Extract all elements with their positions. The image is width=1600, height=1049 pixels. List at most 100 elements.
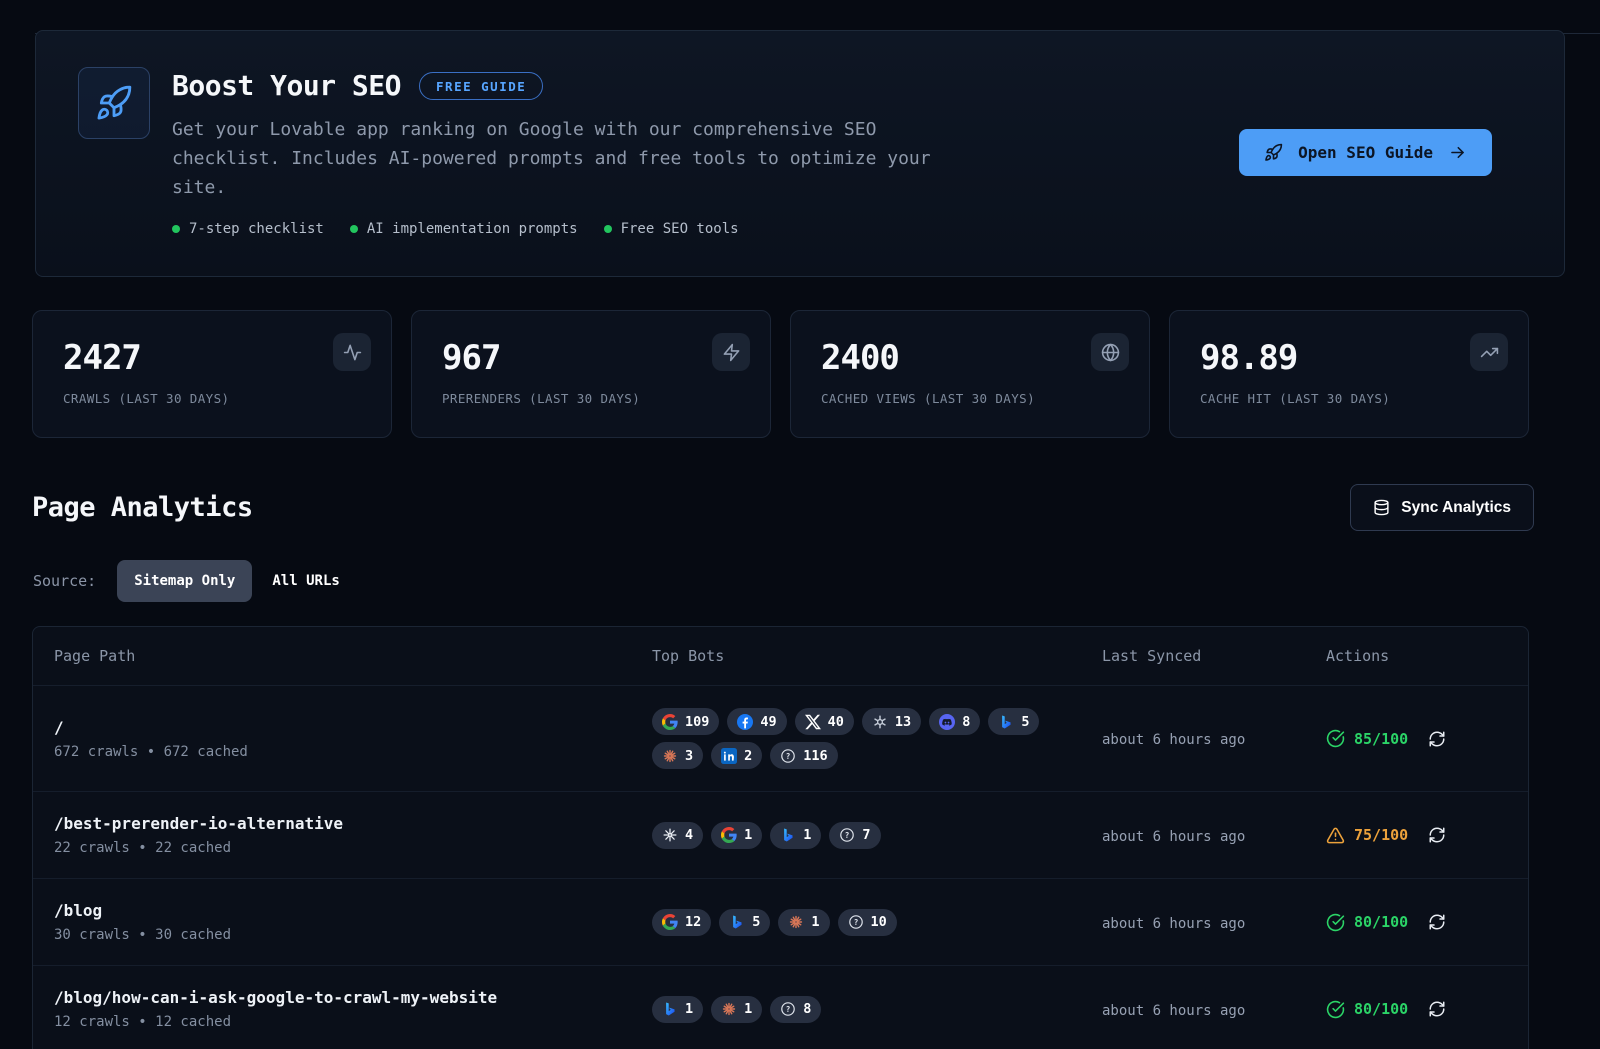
check-circle-icon	[1326, 1000, 1345, 1019]
discord-bot-icon	[939, 714, 955, 730]
refresh-icon	[1428, 730, 1446, 748]
bot-chip: ?7	[829, 822, 880, 849]
top-bots-cell: 4 1 1 ?7	[652, 800, 1102, 871]
banner-title: Boost Your SEO	[172, 69, 401, 102]
page-title: Page Analytics	[32, 492, 253, 523]
bot-chip: 3	[652, 742, 703, 769]
score-text: 80/100	[1354, 913, 1408, 931]
bot-count: 13	[895, 714, 911, 730]
page-path: /blog	[54, 901, 652, 920]
column-header-actions: Actions	[1326, 647, 1528, 665]
table-header-row: Page PathTop BotsLast SyncedActions	[33, 627, 1528, 686]
score-text: 75/100	[1354, 826, 1408, 844]
source-label: Source:	[33, 572, 96, 590]
svg-text:?: ?	[786, 1005, 791, 1014]
bot-chip: ?8	[770, 996, 821, 1023]
rocket-icon	[1264, 143, 1283, 162]
last-synced: about 6 hours ago	[1102, 829, 1245, 845]
actions-cell: 75/100	[1326, 804, 1528, 867]
actions-cell: 80/100	[1326, 978, 1528, 1041]
page-crawl-stats: 22 crawls • 22 cached	[54, 840, 652, 856]
source-option-label: All URLs	[272, 573, 339, 589]
activity-icon	[333, 333, 371, 371]
last-synced: about 6 hours ago	[1102, 916, 1245, 932]
bot-count: 1	[744, 827, 752, 843]
column-header-page-path: Page Path	[33, 647, 652, 665]
svg-text:?: ?	[786, 751, 791, 760]
bot-count: 1	[811, 914, 819, 930]
top-bots-cell: 11?8	[652, 974, 1102, 1045]
refresh-button[interactable]	[1428, 730, 1446, 748]
sync-analytics-label: Sync Analytics	[1401, 499, 1511, 517]
bot-chip: 109	[652, 708, 719, 735]
bot-chip: 5	[988, 708, 1039, 735]
refresh-button[interactable]	[1428, 1000, 1446, 1018]
column-header-top-bots: Top Bots	[652, 647, 1102, 665]
bot-chip: 1	[652, 996, 703, 1023]
google-bot-icon	[662, 914, 678, 930]
score-text: 80/100	[1354, 1000, 1408, 1018]
other-bot-icon: ?	[848, 914, 864, 930]
bot-count: 49	[760, 714, 776, 730]
other-bot-icon: ?	[839, 827, 855, 843]
feature-label: 7-step checklist	[189, 221, 324, 237]
page-path-cell: /blog/how-can-i-ask-google-to-crawl-my-w…	[33, 966, 652, 1049]
page-path: /	[54, 718, 652, 737]
free-guide-badge: FREE GUIDE	[419, 72, 543, 100]
page-crawl-stats: 12 crawls • 12 cached	[54, 1014, 652, 1030]
stat-label: CACHED VIEWS (LAST 30 DAYS)	[821, 391, 1149, 406]
last-synced: about 6 hours ago	[1102, 732, 1245, 748]
feature-item: AI implementation prompts	[350, 221, 578, 237]
check-circle-icon	[1326, 913, 1345, 932]
refresh-icon	[1428, 1000, 1446, 1018]
svg-text:?: ?	[845, 831, 850, 840]
source-option-label: Sitemap Only	[134, 573, 235, 589]
bot-count: 40	[828, 714, 844, 730]
last-synced-cell: about 6 hours ago	[1102, 978, 1326, 1041]
table-row: /672 crawls • 672 cached1094940138532?11…	[33, 686, 1528, 791]
trending-up-icon	[1470, 333, 1508, 371]
bot-chip-list: 109 49 40 13 8 5 3 2? 116	[652, 708, 1082, 769]
table-body: /672 crawls • 672 cached1094940138532?11…	[33, 686, 1528, 1049]
bot-chip: 4	[652, 822, 703, 849]
bot-count: 5	[1021, 714, 1029, 730]
other-bot-icon: ?	[780, 748, 796, 764]
bot-count: 1	[803, 827, 811, 843]
refresh-button[interactable]	[1428, 913, 1446, 931]
top-bots-cell: 1251?10	[652, 887, 1102, 958]
table-row: /blog30 crawls • 30 cached1251?10about 6…	[33, 878, 1528, 965]
banner-feature-list: 7-step checklist AI implementation prompt…	[172, 221, 962, 237]
bot-chip-list: 4 1 1 ?7	[652, 822, 1082, 849]
bot-chip: 8	[929, 708, 980, 735]
bot-count: 10	[871, 914, 887, 930]
source-option-all-urls[interactable]: All URLs	[255, 560, 356, 602]
other-bot-icon: ?	[780, 1001, 796, 1017]
refresh-button[interactable]	[1428, 826, 1446, 844]
bullet-dot-icon	[350, 225, 358, 233]
page-path-cell: /best-prerender-io-alternative22 crawls …	[33, 792, 652, 878]
globe-icon	[1091, 333, 1129, 371]
bing-bot-icon	[729, 914, 745, 930]
feature-label: Free SEO tools	[621, 221, 739, 237]
bot-chip: 2	[711, 742, 762, 769]
bot-count: 116	[803, 748, 827, 764]
bot-count: 109	[685, 714, 709, 730]
feature-item: 7-step checklist	[172, 221, 324, 237]
top-bots-cell: 109 49 40 13 8 5 3 2? 116	[652, 686, 1102, 791]
bot-count: 2	[744, 748, 752, 764]
score-badge: 85/100	[1326, 729, 1408, 748]
sync-analytics-button[interactable]: Sync Analytics	[1350, 484, 1534, 531]
actions-cell: 85/100	[1326, 707, 1528, 770]
bot-chip: ? 10	[838, 909, 897, 936]
banner-description: Get your Lovable app ranking on Google w…	[172, 115, 962, 202]
bot-count: 4	[685, 827, 693, 843]
bot-chip: 1	[770, 822, 821, 849]
google-bot-icon	[662, 714, 678, 730]
bot-chip: ? 116	[770, 742, 837, 769]
open-seo-guide-button[interactable]: Open SEO Guide	[1239, 129, 1492, 176]
bot-chip: 49	[727, 708, 786, 735]
claude-bot-icon	[788, 914, 804, 930]
score-text: 85/100	[1354, 730, 1408, 748]
table-row: /blog/how-can-i-ask-google-to-crawl-my-w…	[33, 965, 1528, 1049]
source-option-sitemap-only[interactable]: Sitemap Only	[117, 560, 252, 602]
